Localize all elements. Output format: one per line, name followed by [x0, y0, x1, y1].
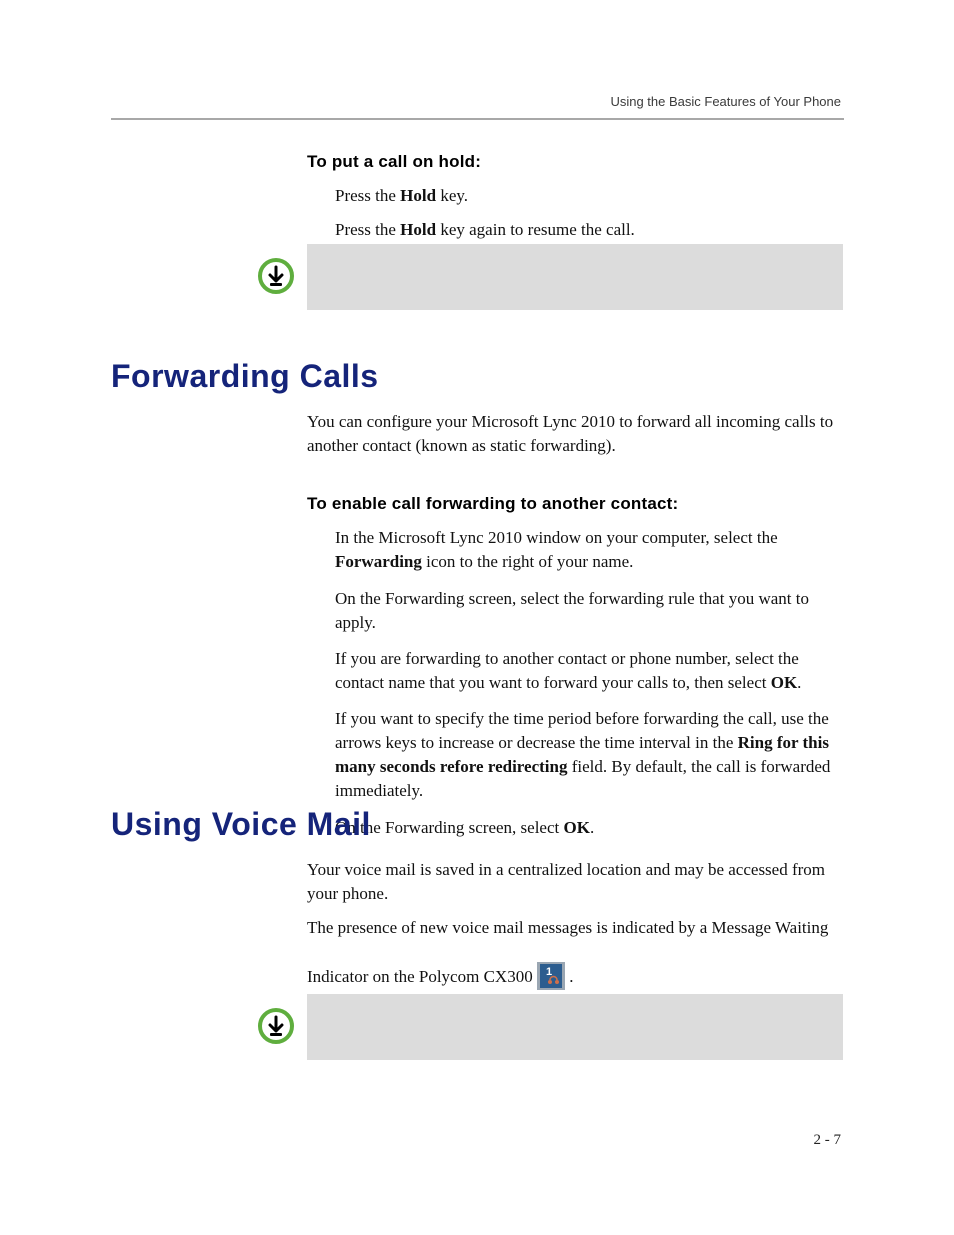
hold-step-1: Press the Hold key.	[307, 184, 843, 208]
page: Using the Basic Features of Your Phone T…	[0, 0, 954, 1235]
ok-bold: OK	[771, 673, 797, 692]
forwarding-block: You can configure your Microsoft Lync 20…	[307, 410, 843, 840]
hold-key-bold: Hold	[400, 220, 436, 239]
text-fragment: key.	[436, 186, 468, 205]
forwarding-heading: To enable call forwarding to another con…	[307, 494, 843, 514]
mwi-count: 1	[546, 966, 552, 978]
text-fragment: If you are forwarding to another contact…	[335, 649, 799, 692]
forwarding-step-5: On the Forwarding screen, select OK.	[307, 816, 843, 840]
running-header: Using the Basic Features of Your Phone	[610, 94, 841, 109]
hold-step-2: Press the Hold key again to resume the c…	[307, 218, 843, 242]
note-icon	[256, 1006, 296, 1046]
note-icon	[256, 256, 296, 296]
voicemail-block: Your voice mail is saved in a centralize…	[307, 858, 843, 990]
forwarding-title: Forwarding Calls	[111, 358, 379, 395]
text-fragment: .	[569, 967, 573, 986]
voicemail-p2-line1: The presence of new voice mail messages …	[307, 916, 843, 940]
text-fragment: icon to the right of your name.	[422, 552, 634, 571]
forwarding-step-4: If you want to specify the time period b…	[307, 707, 843, 804]
text-fragment: Press the	[335, 220, 400, 239]
ok-bold: OK	[563, 818, 589, 837]
header-rule	[111, 118, 844, 120]
forwarding-bold: Forwarding	[335, 552, 422, 571]
hold-block: To put a call on hold: Press the Hold ke…	[307, 152, 843, 242]
forwarding-intro: You can configure your Microsoft Lync 20…	[307, 410, 843, 458]
forwarding-step-3: If you are forwarding to another contact…	[307, 647, 843, 695]
forwarding-step-2: On the Forwarding screen, select the for…	[307, 587, 843, 635]
text-fragment: In the Microsoft Lync 2010 window on you…	[335, 528, 778, 547]
voicemail-p1: Your voice mail is saved in a centralize…	[307, 858, 843, 906]
page-number: 2 - 7	[814, 1132, 842, 1149]
text-fragment: .	[797, 673, 801, 692]
text-fragment: .	[590, 818, 594, 837]
voicemail-title: Using Voice Mail	[111, 806, 371, 843]
text-fragment: key again to resume the call.	[436, 220, 635, 239]
note-box	[307, 994, 843, 1060]
forwarding-step-1: In the Microsoft Lync 2010 window on you…	[307, 526, 843, 574]
text-fragment: Indicator on the Polycom CX300	[307, 967, 537, 986]
message-waiting-indicator-icon: 1	[537, 962, 565, 990]
hold-key-bold: Hold	[400, 186, 436, 205]
voicemail-p2-line2: Indicator on the Polycom CX300 1 .	[307, 962, 843, 990]
note-box	[307, 244, 843, 310]
hold-heading: To put a call on hold:	[307, 152, 843, 172]
text-fragment: Press the	[335, 186, 400, 205]
